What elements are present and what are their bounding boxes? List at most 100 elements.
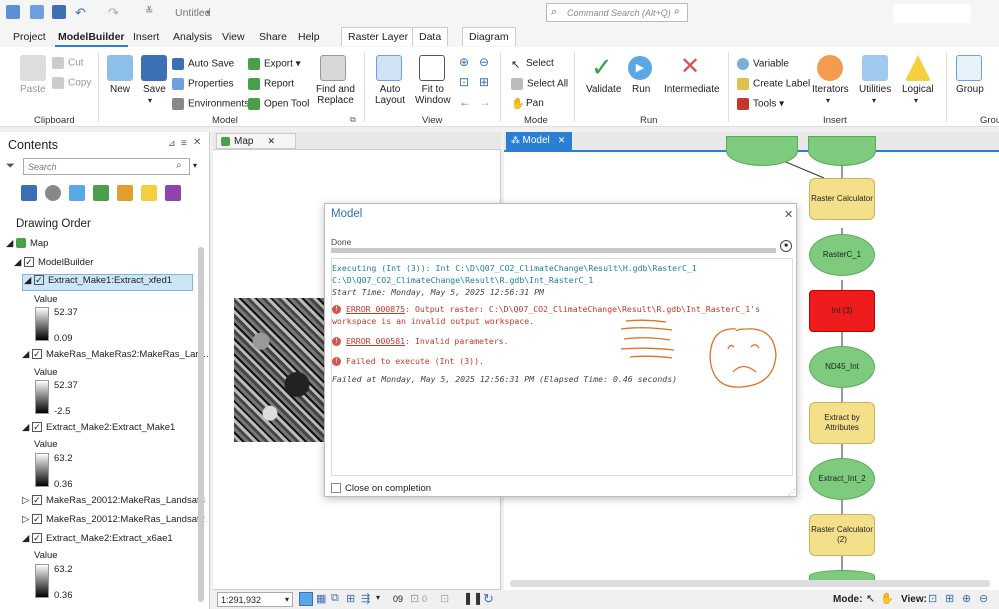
pause-icon[interactable]: ❚❚ bbox=[463, 591, 483, 605]
tree-layer-6[interactable]: ◢ ✓ Extract_Make2:Extract_x6ae1 bbox=[22, 533, 173, 544]
close-icon[interactable]: ✕ bbox=[558, 135, 566, 145]
arrow-right-icon[interactable]: → bbox=[479, 95, 491, 109]
close-icon[interactable]: ✕ bbox=[267, 136, 275, 146]
copy-button[interactable]: Copy bbox=[52, 77, 91, 89]
export-button[interactable]: Export ▾ bbox=[248, 58, 301, 70]
checkbox[interactable]: ✓ bbox=[33, 275, 44, 286]
model-node-top-left[interactable] bbox=[726, 136, 798, 166]
fit-to-window-button[interactable]: Fit to Window bbox=[415, 84, 451, 106]
checkbox[interactable]: ✓ bbox=[31, 422, 42, 433]
checkbox[interactable]: ✓ bbox=[31, 514, 42, 525]
model-node-raster-calculator[interactable]: Raster Calculator bbox=[809, 178, 875, 220]
model-node-rasterc1[interactable]: RasterC_1 bbox=[809, 234, 875, 276]
error-code-link[interactable]: ERROR 000581 bbox=[346, 336, 405, 346]
logical-button[interactable]: Logical bbox=[902, 84, 934, 95]
chevron-down-icon[interactable]: ▾ bbox=[872, 96, 876, 105]
run-button[interactable]: Run bbox=[632, 84, 650, 95]
model-node-nd45-int[interactable]: ND45_Int bbox=[809, 346, 875, 388]
fit-selected-icon[interactable]: ⊞ bbox=[945, 592, 954, 605]
zoom-full-icon[interactable]: ⊡ bbox=[459, 75, 469, 89]
refresh-disabled-icon[interactable]: ⊡ bbox=[440, 592, 449, 605]
paste-button[interactable]: Paste bbox=[20, 84, 46, 95]
charts-icon[interactable] bbox=[165, 185, 181, 201]
tools-button[interactable]: Tools ▾ bbox=[737, 98, 784, 110]
options-icon[interactable]: ≡ bbox=[181, 138, 187, 149]
snapping-icon[interactable]: ⇶ bbox=[361, 592, 370, 605]
cursor-icon[interactable]: ↖ bbox=[866, 592, 875, 605]
resize-grip-icon[interactable]: ⋰ bbox=[788, 488, 796, 497]
fit-icon[interactable]: ⊡ bbox=[928, 592, 937, 605]
save-project-icon[interactable] bbox=[52, 5, 66, 19]
model-node-extract-int-2[interactable]: Extract_Int_2 bbox=[809, 458, 875, 500]
search-icon[interactable]: ⌕ bbox=[674, 6, 680, 17]
horizontal-scrollbar[interactable] bbox=[510, 580, 990, 587]
layer-icon[interactable]: ⊡ bbox=[410, 592, 419, 605]
redo-icon[interactable]: ↷ bbox=[108, 5, 119, 21]
chevron-down-icon[interactable]: ▾ bbox=[826, 96, 830, 105]
scrollbar[interactable] bbox=[198, 247, 204, 602]
select-all-button[interactable]: Select All bbox=[511, 78, 568, 90]
table-icon[interactable]: ▦ bbox=[316, 592, 326, 605]
close-icon[interactable]: ✕ bbox=[193, 137, 201, 148]
scale-select[interactable]: 1:291,932 ▾ bbox=[217, 592, 293, 607]
refresh-icon[interactable]: ↻ bbox=[483, 591, 494, 607]
filter-icon[interactable]: ⏷ bbox=[6, 160, 15, 173]
snapping-icon[interactable] bbox=[117, 185, 133, 201]
tab-data[interactable]: Data bbox=[412, 27, 449, 46]
save-button[interactable]: Save bbox=[143, 84, 166, 95]
validate-button[interactable]: Validate bbox=[586, 84, 621, 95]
constraint-icon[interactable]: ⊞ bbox=[346, 592, 355, 605]
create-label-button[interactable]: Create Label bbox=[737, 78, 810, 90]
tree-layer-4[interactable]: ▷ ✓ MakeRas_20012:MakeRas_Landsat3 bbox=[22, 495, 205, 506]
drawing-order-icon[interactable] bbox=[21, 185, 37, 201]
close-on-completion-checkbox[interactable]: Close on completion bbox=[331, 483, 431, 494]
selection-icon[interactable] bbox=[69, 185, 85, 201]
model-node-top-right[interactable] bbox=[808, 136, 876, 166]
iterators-button[interactable]: Iterators bbox=[812, 84, 849, 95]
tab-raster-layer[interactable]: Raster Layer bbox=[341, 27, 416, 46]
environments-button[interactable]: Environments bbox=[172, 98, 249, 110]
tab-insert[interactable]: Insert bbox=[130, 29, 162, 45]
grid-icon[interactable] bbox=[299, 592, 313, 606]
tab-analysis[interactable]: Analysis bbox=[170, 29, 215, 45]
close-icon[interactable]: ✕ bbox=[784, 208, 793, 221]
properties-button[interactable]: Properties bbox=[172, 78, 234, 90]
tab-view[interactable]: View bbox=[219, 29, 248, 45]
report-button[interactable]: Report bbox=[248, 78, 294, 90]
zoom-out-icon[interactable]: ⊖ bbox=[979, 592, 988, 605]
tree-layer-3[interactable]: ◢ ✓ Extract_Make2:Extract_Make1 bbox=[22, 422, 175, 433]
open-tool-button[interactable]: Open Tool bbox=[248, 98, 309, 110]
pan-button[interactable]: ✋ Pan bbox=[511, 98, 544, 110]
tree-layer-1[interactable]: ◢ ✓ Extract_Make1:Extract_xfed1 bbox=[22, 274, 193, 291]
chevron-down-icon[interactable]: ▾ bbox=[376, 593, 380, 602]
zoom-selected-icon[interactable]: ⊞ bbox=[479, 75, 489, 89]
tab-diagram[interactable]: Diagram bbox=[462, 27, 516, 46]
zoom-in-icon[interactable]: ⊕ bbox=[459, 55, 469, 69]
auto-save-button[interactable]: Auto Save bbox=[172, 58, 234, 70]
model-node-extract-by-attributes[interactable]: Extract by Attributes bbox=[809, 402, 875, 444]
snap-icon[interactable]: ⧉ bbox=[331, 592, 339, 605]
chevron-down-icon[interactable]: ▾ bbox=[193, 161, 197, 170]
checkbox[interactable]: ✓ bbox=[31, 533, 42, 544]
editing-icon[interactable] bbox=[93, 185, 109, 201]
variable-button[interactable]: Variable bbox=[737, 58, 789, 70]
hand-icon[interactable]: ✋ bbox=[880, 592, 894, 605]
group-button[interactable]: Group bbox=[956, 84, 984, 95]
tab-help[interactable]: Help bbox=[295, 29, 323, 45]
labeling-icon[interactable] bbox=[141, 185, 157, 201]
chevron-down-icon[interactable]: ▾ bbox=[148, 96, 152, 105]
tab-map[interactable]: Map ✕ bbox=[216, 133, 296, 149]
chevron-down-icon[interactable]: ▾ bbox=[206, 8, 210, 17]
undo-icon[interactable]: ↶ bbox=[75, 5, 86, 21]
model-node-int3[interactable]: Int (3) bbox=[809, 290, 875, 332]
open-project-icon[interactable] bbox=[30, 5, 44, 19]
command-search-input[interactable]: ⌕ Command Search (Alt+Q) ⌕ bbox=[546, 3, 688, 22]
tab-model[interactable]: ⁂ Model ✕ bbox=[506, 132, 572, 150]
tree-layer-5[interactable]: ▷ ✓ MakeRas_20012:MakeRas_Landsat2 bbox=[22, 514, 205, 525]
error-code-link[interactable]: ERROR 000875 bbox=[346, 304, 405, 314]
search-input[interactable]: Search ⌕ bbox=[23, 158, 190, 175]
dialog-launcher-icon[interactable]: ⧉ bbox=[350, 115, 356, 125]
sign-in-box[interactable] bbox=[893, 4, 971, 23]
checkbox[interactable]: ✓ bbox=[31, 349, 42, 360]
cut-button[interactable]: Cut bbox=[52, 57, 84, 69]
